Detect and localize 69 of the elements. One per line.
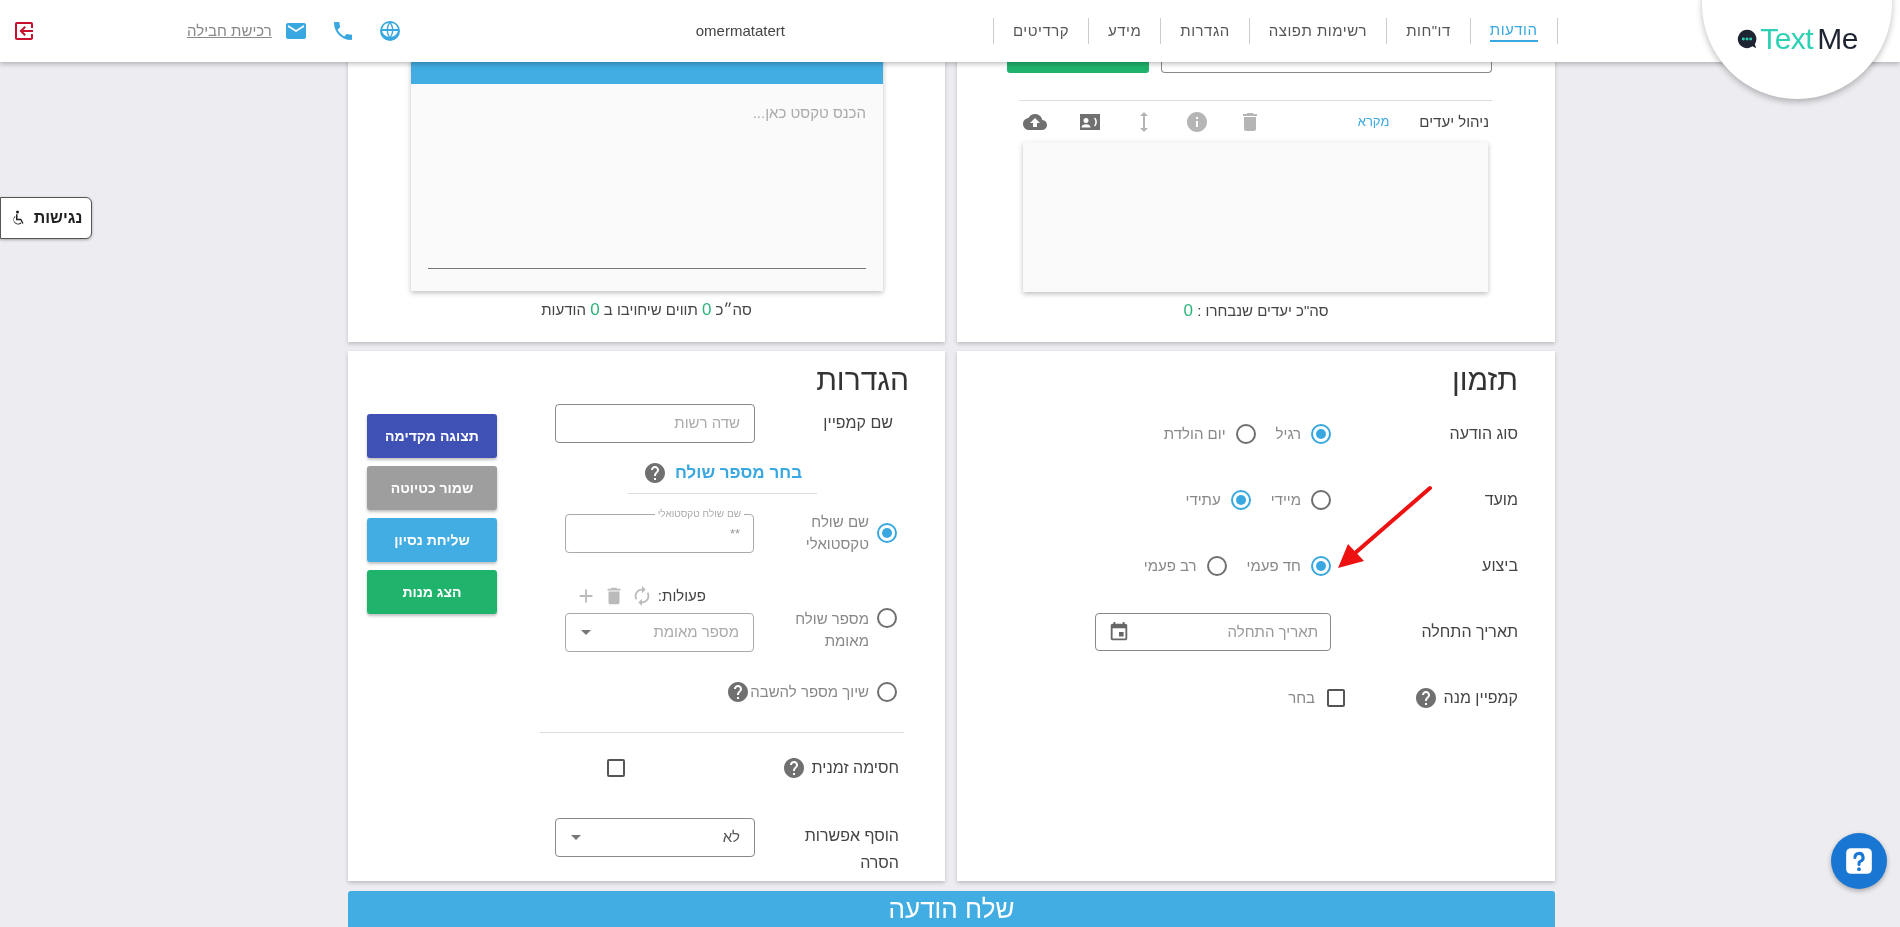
field-label: מועד	[1484, 490, 1518, 510]
action-button[interactable]: שליחת נסיון	[367, 518, 497, 562]
buy-package-link[interactable]: רכישת חבילה	[187, 19, 272, 43]
help-icon[interactable]	[781, 756, 806, 780]
card-title: תזמון	[1451, 362, 1518, 398]
editor-placeholder: הכנס טקסט כאן...	[751, 103, 867, 123]
nav-tab[interactable]: קרדיטים	[993, 18, 1090, 44]
option-label: יום הולדת	[1163, 423, 1226, 444]
nav-tab[interactable]: הגדרות	[1161, 18, 1250, 44]
field-label: הוסף אפשרות הסרה	[803, 826, 899, 873]
radio-button[interactable]	[1311, 490, 1331, 510]
send-button[interactable]: שלח הודעה	[348, 891, 1555, 927]
option-label: חד פעמי	[1246, 555, 1301, 576]
option-label: מיידי	[1270, 489, 1301, 510]
globe-icon[interactable]	[377, 19, 402, 43]
calendar-icon[interactable]	[1108, 621, 1130, 643]
action-button[interactable]: תצוגה מקדימה	[367, 414, 497, 458]
legend-link[interactable]: מקרא	[1357, 112, 1390, 132]
field-label: קמפיין מנה	[1443, 688, 1518, 708]
option-label: עתידי	[1185, 489, 1221, 510]
checkbox[interactable]	[607, 759, 625, 777]
action-button[interactable]: שמור כטיוטה	[367, 466, 497, 510]
option-label: שם שולח טקסטואלי	[804, 512, 869, 554]
radio-button[interactable]	[877, 682, 897, 702]
radio-button[interactable]	[1235, 424, 1256, 444]
radio-button[interactable]	[1311, 556, 1331, 576]
username: omermatatert	[695, 20, 785, 41]
option-label: רב פעמי	[1143, 555, 1197, 576]
help-icon[interactable]	[642, 461, 667, 485]
sender-link[interactable]: בחר מספר שולח	[674, 460, 803, 486]
logo-text: Text	[1760, 21, 1814, 57]
caret-icon	[581, 630, 591, 635]
field-label: חסימה זמנית	[811, 758, 899, 778]
nav-tab[interactable]: דו"חות	[1387, 18, 1471, 44]
option-label: בחר	[1288, 687, 1315, 708]
select-field[interactable]: מספר מאומת	[565, 613, 754, 652]
logo-text: Me	[1817, 21, 1858, 57]
logout-icon[interactable]	[12, 19, 36, 43]
nav-tab[interactable]: מידע	[1089, 18, 1162, 44]
help-button[interactable]	[1831, 833, 1887, 889]
nav-tab[interactable]: רשימות תפוצה	[1249, 18, 1388, 44]
radio-button[interactable]	[1311, 424, 1331, 444]
option-label: שיוך מספר להשבה	[750, 681, 869, 702]
text-field[interactable]: שדה רשות	[555, 403, 755, 443]
help-icon	[1845, 847, 1873, 875]
date-field[interactable]: תאריך התחלה	[1095, 613, 1331, 651]
checkbox[interactable]	[1327, 689, 1345, 707]
field-label: שם קמפיין	[822, 413, 893, 433]
action-button[interactable]: הצג מנות	[367, 570, 497, 614]
radio-button[interactable]	[1230, 490, 1251, 510]
actions-label: פעולות:	[657, 585, 707, 606]
field-label: תאריך התחלה	[1421, 622, 1518, 642]
text-editor[interactable]: הכנס טקסט כאן...	[411, 84, 883, 291]
accessibility-button[interactable]: נגישות	[0, 197, 92, 239]
help-icon[interactable]	[1413, 686, 1438, 710]
select-field[interactable]: לא	[555, 818, 755, 857]
option-label: רגיל	[1275, 423, 1301, 444]
radio-button[interactable]	[877, 607, 897, 628]
field-label: סוג הודעה	[1449, 424, 1518, 444]
nav-tab[interactable]: הודעות	[1470, 18, 1557, 44]
field-label: ביצוע	[1482, 556, 1518, 576]
radio-button[interactable]	[877, 523, 897, 543]
help-icon[interactable]	[726, 680, 751, 704]
logo-icon	[1736, 27, 1759, 50]
radio-button[interactable]	[1206, 556, 1227, 576]
caret-icon	[571, 835, 581, 840]
option-label: מספר שולח מאומת	[794, 608, 869, 651]
card-title: הגדרות	[816, 362, 909, 398]
section-label: ניהול יעדים	[1419, 111, 1489, 132]
